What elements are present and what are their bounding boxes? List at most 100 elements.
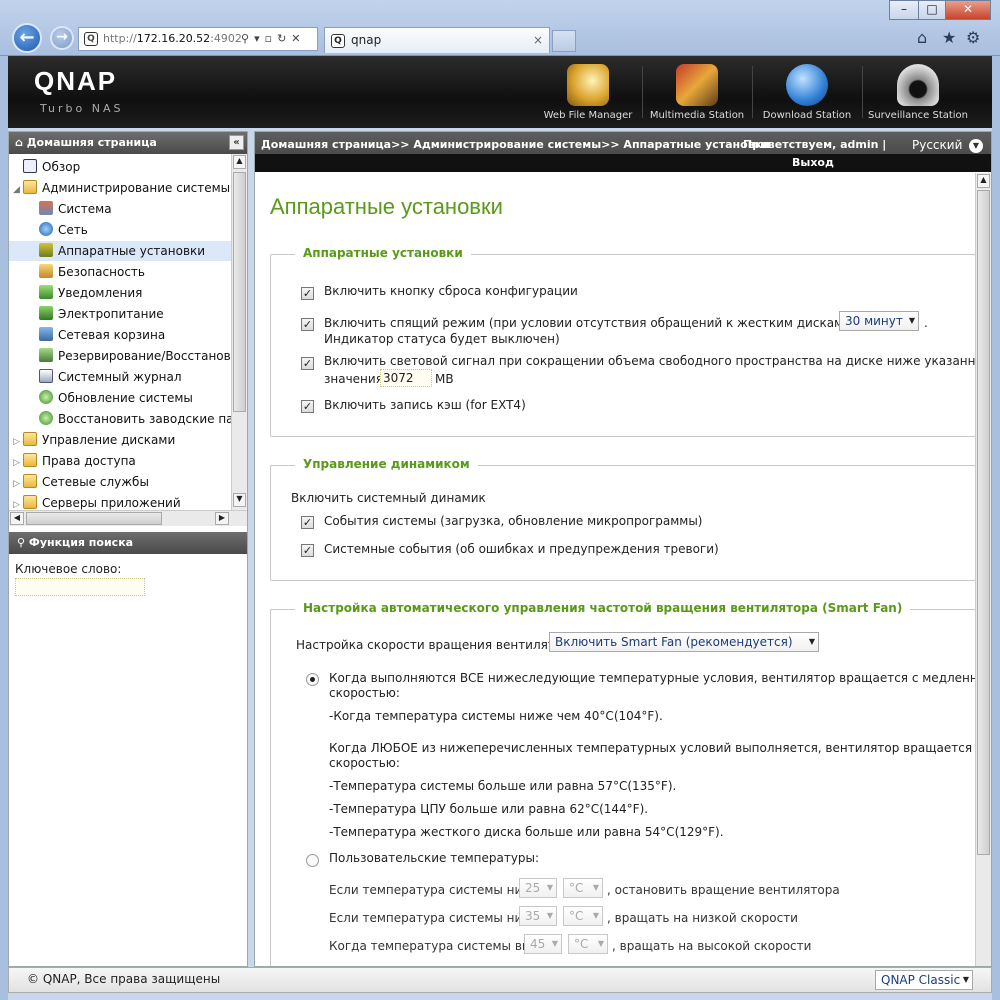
compat-icon[interactable]: ▫: [265, 32, 277, 45]
tree-item-backup-restore[interactable]: Резервирование/Восстановле: [39, 346, 233, 366]
tree-item-firmware-update[interactable]: Обновление системы: [39, 388, 193, 408]
sleep-mode-label: Включить спящий режим (при условии отсут…: [324, 316, 910, 330]
address-tools: ⚲▾▫↻✕: [241, 28, 317, 50]
tree-item-hardware-settings[interactable]: Аппаратные установки: [9, 241, 233, 261]
chevron-down-icon: ▼: [546, 883, 553, 892]
tree-item-system-log[interactable]: Системный журнал: [39, 367, 182, 387]
collapsed-arrow-icon[interactable]: ▷: [13, 453, 23, 473]
row3-temp-select[interactable]: 45 ▼: [524, 934, 562, 954]
scroll-down-icon[interactable]: ▼: [233, 493, 246, 507]
multimedia-station-link[interactable]: Multimedia Station: [646, 56, 748, 128]
tree-item-system[interactable]: Система: [39, 199, 112, 219]
search-panel-title: Функция поиска: [28, 536, 134, 549]
error-warning-checkbox[interactable]: ✓: [301, 544, 314, 557]
smart-fan-radio[interactable]: [306, 673, 319, 686]
download-station-label: Download Station: [762, 110, 852, 121]
hardware-section-legend: Аппаратные установки: [295, 246, 471, 260]
camera-dome-icon: [897, 64, 939, 106]
row3-temp-value: 45: [530, 937, 546, 951]
tab-close-icon[interactable]: ×: [533, 28, 543, 53]
tree-item-disk-management[interactable]: ▷ Управление дисками: [13, 430, 175, 450]
row3-unit-select[interactable]: °C ▼: [568, 934, 608, 954]
keyword-input[interactable]: [15, 578, 145, 596]
chevron-down-icon[interactable]: ▾: [254, 32, 265, 45]
folder-open-icon: [23, 180, 37, 194]
stop-icon[interactable]: ✕: [291, 32, 305, 45]
new-tab-button[interactable]: [552, 30, 576, 52]
low-space-input[interactable]: 3072: [380, 369, 432, 387]
qnap-favicon-icon: Q: [84, 32, 98, 46]
surveillance-station-label: Surveillance Station: [867, 110, 969, 121]
settings-content: Аппаратные установки Аппаратные установк…: [255, 173, 975, 966]
speaker-enable-label: Включить системный динамик: [291, 491, 486, 505]
search-icon: ⚲: [17, 536, 26, 549]
custom-temp-radio[interactable]: [306, 854, 319, 867]
content-vertical-scrollbar[interactable]: ▲: [975, 173, 991, 966]
sleep-time-select[interactable]: 30 минут ▼: [839, 311, 919, 331]
tree-item-network[interactable]: Сеть: [39, 220, 88, 240]
settings-gear-icon[interactable]: ⚙: [966, 28, 980, 47]
tree-item-system-admin[interactable]: ◢ Администрирование системы: [13, 178, 230, 198]
expand-arrow-icon[interactable]: ◢: [13, 180, 23, 200]
tree-item-label: Безопасность: [58, 265, 145, 279]
slow-condition-label: Когда выполняются ВСЕ нижеследующие темп…: [329, 671, 975, 685]
tree-item-overview[interactable]: Обзор: [23, 157, 80, 177]
collapsed-arrow-icon[interactable]: ▷: [13, 495, 23, 510]
tree-item-notifications[interactable]: Уведомления: [39, 283, 142, 303]
minimize-button[interactable]: –: [889, 0, 919, 20]
sleep-mode-checkbox[interactable]: ✓: [301, 318, 314, 331]
home-icon[interactable]: ⌂: [917, 28, 927, 47]
refresh-icon[interactable]: ↻: [277, 32, 291, 45]
download-station-link[interactable]: Download Station: [756, 56, 858, 128]
fan-speed-select[interactable]: Включить Smart Fan (рекомендуется) ▼: [549, 632, 819, 652]
address-bar[interactable]: Q http://172.16.20.52:49021 ⚲▾▫↻✕: [78, 27, 318, 51]
tree-item-power[interactable]: Электропитание: [39, 304, 164, 324]
log-icon: [39, 369, 53, 383]
collapsed-arrow-icon[interactable]: ▷: [13, 474, 23, 494]
surveillance-station-link[interactable]: Surveillance Station: [866, 56, 970, 128]
logout-link[interactable]: Выход: [792, 156, 834, 169]
favorites-star-icon[interactable]: ★: [942, 28, 956, 47]
search-icon[interactable]: ⚲: [241, 32, 254, 45]
language-selector[interactable]: Русский: [912, 138, 962, 152]
maximize-button[interactable]: □: [918, 0, 946, 20]
speaker-section-legend: Управление динамиком: [295, 457, 478, 471]
tree-vertical-scrollbar[interactable]: ▲ ▼: [231, 154, 247, 510]
tree-item-label: Сетевая корзина: [58, 328, 166, 342]
row2-unit-select[interactable]: °C ▼: [563, 906, 603, 926]
low-space-light-checkbox[interactable]: ✓: [301, 357, 314, 370]
collapse-panel-button[interactable]: «: [229, 135, 244, 150]
close-window-button[interactable]: ✕: [945, 0, 991, 20]
theme-select[interactable]: QNAP Classic ▼: [875, 970, 973, 990]
scroll-thumb[interactable]: [977, 190, 990, 855]
write-cache-checkbox[interactable]: ✓: [301, 400, 314, 413]
row1-unit-select[interactable]: °C ▼: [563, 878, 603, 898]
back-button[interactable]: ←: [12, 23, 42, 53]
scroll-right-icon[interactable]: ▶: [215, 512, 229, 525]
tree-item-app-servers[interactable]: ▷ Серверы приложений: [13, 493, 181, 510]
hardware-chip-icon: [39, 243, 53, 257]
tree-item-label: Обзор: [42, 160, 81, 174]
scroll-up-icon[interactable]: ▲: [233, 155, 246, 169]
scroll-left-icon[interactable]: ◀: [10, 512, 24, 525]
left-panel-header: ⌂ Домашняя страница «: [9, 132, 247, 154]
row1-temp-select[interactable]: 25 ▼: [519, 878, 557, 898]
tree-item-restore-defaults[interactable]: Восстановить заводские пара: [39, 409, 233, 429]
language-dropdown-icon[interactable]: ▼: [969, 139, 983, 153]
tree-item-network-recycle-bin[interactable]: Сетевая корзина: [39, 325, 165, 345]
collapsed-arrow-icon[interactable]: ▷: [13, 432, 23, 452]
reset-button-checkbox[interactable]: ✓: [301, 287, 314, 300]
web-file-manager-link[interactable]: Web File Manager: [538, 56, 638, 128]
browser-tab[interactable]: Q qnap ×: [324, 27, 550, 53]
scroll-h-thumb[interactable]: [26, 512, 162, 525]
tree-item-security[interactable]: Безопасность: [39, 262, 145, 282]
scroll-thumb[interactable]: [233, 172, 246, 412]
fan-speed-value: Включить Smart Fan (рекомендуется): [555, 635, 793, 649]
row2-temp-select[interactable]: 35 ▼: [519, 906, 557, 926]
tree-item-access-rights[interactable]: ▷ Права доступа: [13, 451, 136, 471]
scroll-up-icon[interactable]: ▲: [977, 174, 990, 188]
system-events-checkbox[interactable]: ✓: [301, 516, 314, 529]
forward-button[interactable]: →: [50, 26, 74, 50]
tree-horizontal-scrollbar[interactable]: ◀ ▶: [9, 510, 247, 526]
tree-item-network-services[interactable]: ▷ Сетевые службы: [13, 472, 149, 492]
